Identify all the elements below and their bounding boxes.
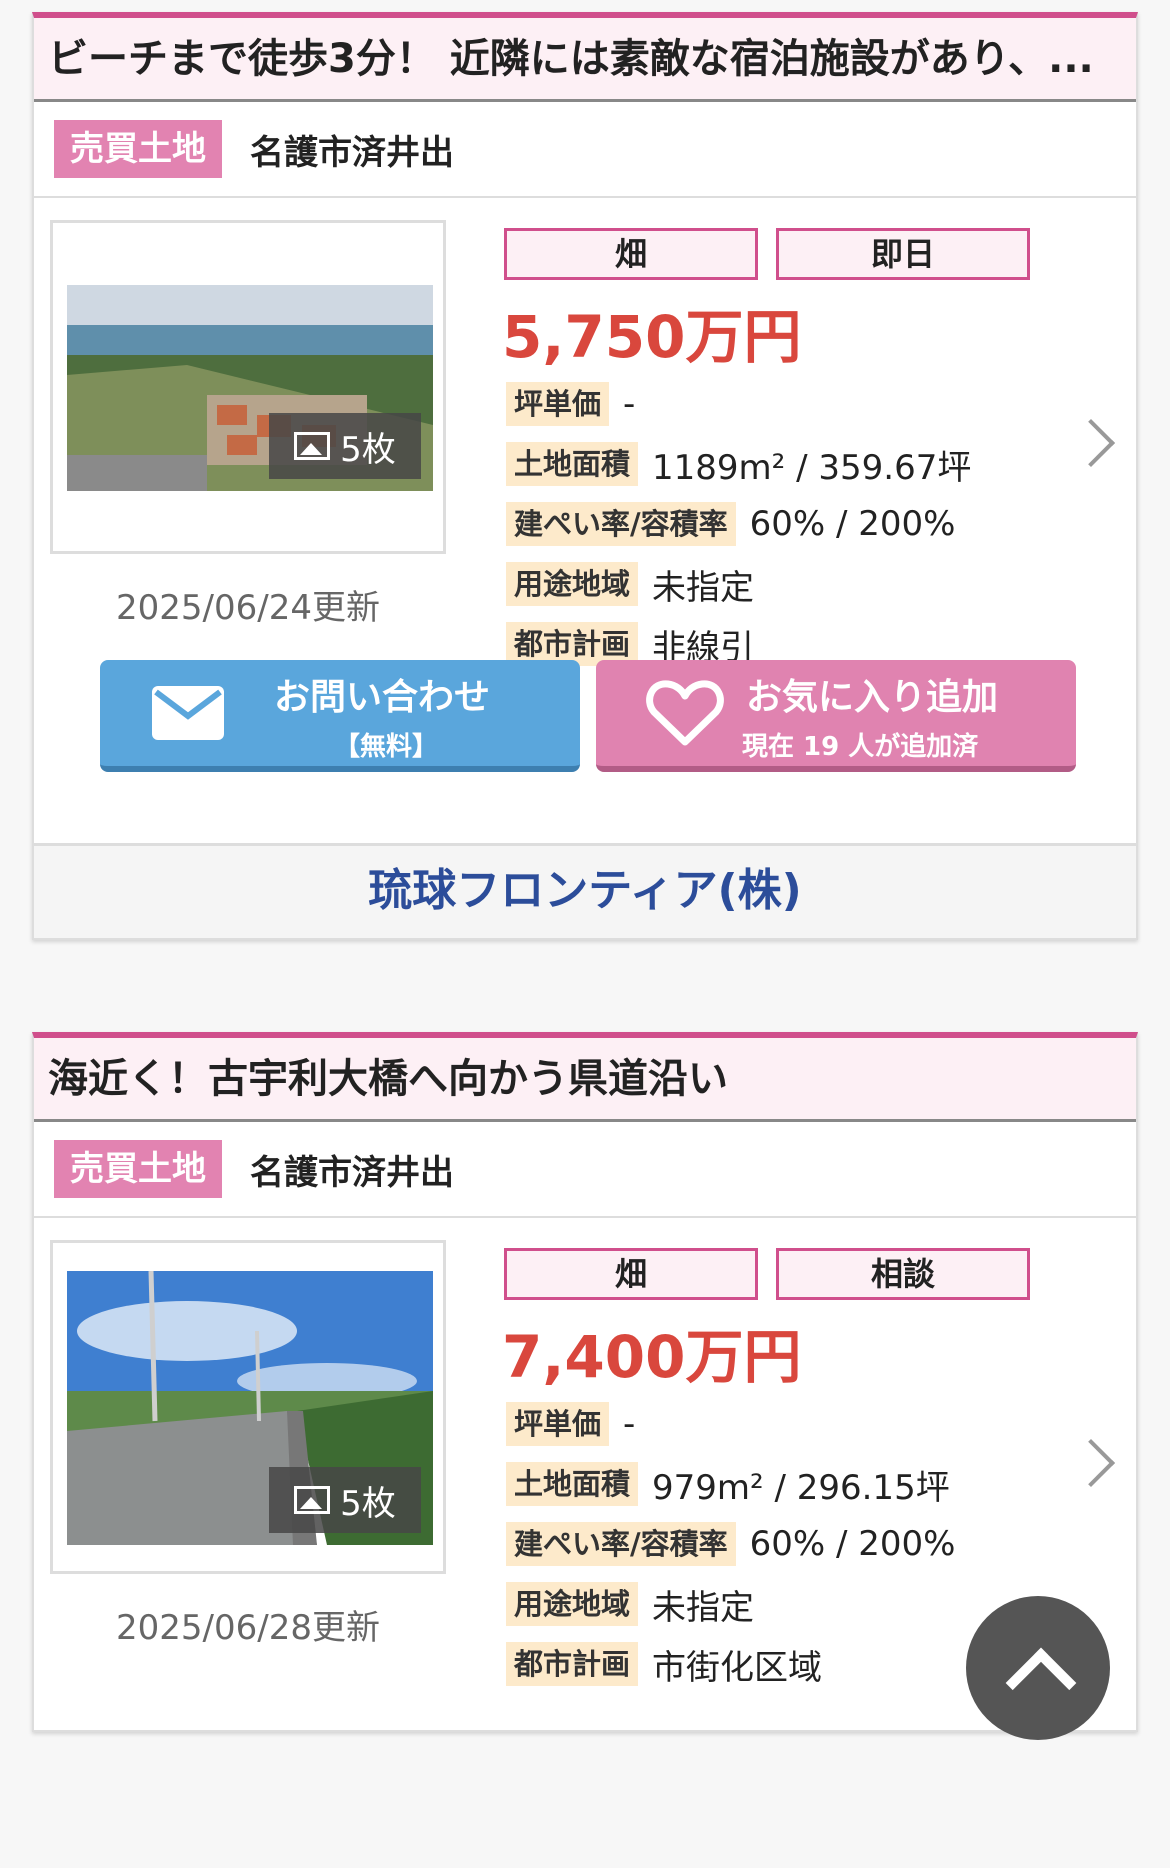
tag-land-use: 畑: [504, 1248, 758, 1300]
favorite-button[interactable]: お気に入り追加 現在 19 人が追加済: [596, 660, 1076, 772]
updated-date: 2025/06/28更新: [116, 1608, 380, 1648]
listing-photo[interactable]: 5枚: [67, 1271, 433, 1545]
listing-body[interactable]: 5枚 2025/06/28更新 畑 相談 7,400万円 坪単価 - 土地面積 …: [34, 1218, 1136, 1868]
listing-photo[interactable]: 5枚: [67, 285, 433, 491]
updated-date: 2025/06/24更新: [116, 588, 380, 628]
contact-button[interactable]: お問い合わせ 【無料】: [100, 660, 580, 772]
tag-move-in: 即日: [776, 228, 1030, 280]
scroll-to-top-button[interactable]: [966, 1596, 1110, 1740]
spec-label: 建ぺい率/容積率: [506, 1522, 736, 1566]
photo-count-text: 5枚: [340, 429, 396, 470]
spec-label: 都市計画: [506, 1642, 639, 1686]
spec-row: 都市計画 市街化区域: [506, 1634, 955, 1694]
spec-label: 坪単価: [506, 1402, 610, 1446]
location-text: 名護市済井出: [250, 1152, 454, 1193]
image-icon: [294, 432, 331, 460]
photo-count: 5枚: [269, 1467, 421, 1533]
spec-row: 建ぺい率/容積率 60% / 200%: [506, 494, 971, 554]
favorite-count: 現在 19 人が追加済: [742, 732, 979, 762]
tag-list: 畑 即日: [504, 228, 1030, 280]
listing-card[interactable]: ビーチまで徒歩3分！ 近隣には素敵な宿泊施設があり、... 売買土地 名護市済井…: [32, 12, 1138, 940]
action-buttons: お問い合わせ 【無料】 お気に入り追加 現在 19 人が追加済: [100, 660, 1076, 772]
spec-row: 用途地域 未指定: [506, 554, 971, 614]
spec-row: 土地面積 979m² / 296.15坪: [506, 1454, 955, 1514]
property-type-badge: 売買土地: [54, 1140, 222, 1198]
photo-count: 5枚: [269, 413, 421, 479]
chevron-right-icon[interactable]: [1066, 1438, 1116, 1488]
property-type-badge: 売買土地: [54, 120, 222, 178]
contact-label: お問い合わせ: [274, 677, 491, 718]
spec-value: 未指定: [652, 567, 755, 608]
spec-list: 坪単価 - 土地面積 1189m² / 359.67坪 建ぺい率/容積率 60%…: [506, 374, 971, 674]
spec-row: 坪単価 -: [506, 374, 971, 434]
spec-label: 土地面積: [506, 442, 639, 486]
spec-row: 土地面積 1189m² / 359.67坪: [506, 434, 971, 494]
tag-list: 畑 相談: [504, 1248, 1030, 1300]
spec-row: 用途地域 未指定: [506, 1574, 955, 1634]
listing-title[interactable]: ビーチまで徒歩3分！ 近隣には素敵な宿泊施設があり、...: [34, 18, 1136, 102]
listing-card[interactable]: 海近く！古宇利大橋へ向かう県道沿い 売買土地 名護市済井出 5枚 2025/06…: [32, 1032, 1138, 1732]
image-icon: [294, 1486, 331, 1514]
price: 7,400万円: [502, 1323, 802, 1391]
tag-land-use: 畑: [504, 228, 758, 280]
spec-value: 市街化区域: [652, 1647, 823, 1688]
listing-location-row: 売買土地 名護市済井出: [34, 102, 1136, 198]
spec-value: 979m² / 296.15坪: [652, 1467, 950, 1508]
mail-icon: [152, 686, 224, 740]
spec-row: 坪単価 -: [506, 1394, 955, 1454]
spec-row: 建ぺい率/容積率 60% / 200%: [506, 1514, 955, 1574]
location-text: 名護市済井出: [250, 132, 454, 173]
spec-label: 建ぺい率/容積率: [506, 502, 736, 546]
spec-value: 1189m² / 359.67坪: [652, 447, 972, 488]
spec-label: 坪単価: [506, 382, 610, 426]
spec-value: 60% / 200%: [749, 504, 956, 544]
price: 5,750万円: [502, 303, 802, 371]
spec-label: 土地面積: [506, 1462, 639, 1506]
listing-body[interactable]: 5枚 2025/06/24更新 畑 即日 5,750万円 坪単価 - 土地面積 …: [34, 198, 1136, 848]
spec-value: 60% / 200%: [749, 1524, 956, 1564]
tag-move-in: 相談: [776, 1248, 1030, 1300]
listing-title[interactable]: 海近く！古宇利大橋へ向かう県道沿い: [34, 1038, 1136, 1122]
photo-frame[interactable]: 5枚: [50, 1240, 446, 1574]
photo-frame[interactable]: 5枚: [50, 220, 446, 554]
company-link[interactable]: 琉球フロンティア(株): [34, 843, 1136, 938]
heart-icon: [646, 680, 724, 746]
spec-value: 未指定: [652, 1587, 755, 1628]
spec-value: -: [623, 384, 636, 424]
spec-label: 用途地域: [506, 1582, 639, 1626]
contact-sub: 【無料】: [334, 732, 439, 762]
spec-label: 用途地域: [506, 562, 639, 606]
spec-list: 坪単価 - 土地面積 979m² / 296.15坪 建ぺい率/容積率 60% …: [506, 1394, 955, 1694]
listing-location-row: 売買土地 名護市済井出: [34, 1122, 1136, 1218]
favorite-label: お気に入り追加: [746, 677, 999, 718]
spec-value: -: [623, 1404, 636, 1444]
chevron-right-icon[interactable]: [1066, 418, 1116, 468]
photo-count-text: 5枚: [340, 1483, 396, 1524]
